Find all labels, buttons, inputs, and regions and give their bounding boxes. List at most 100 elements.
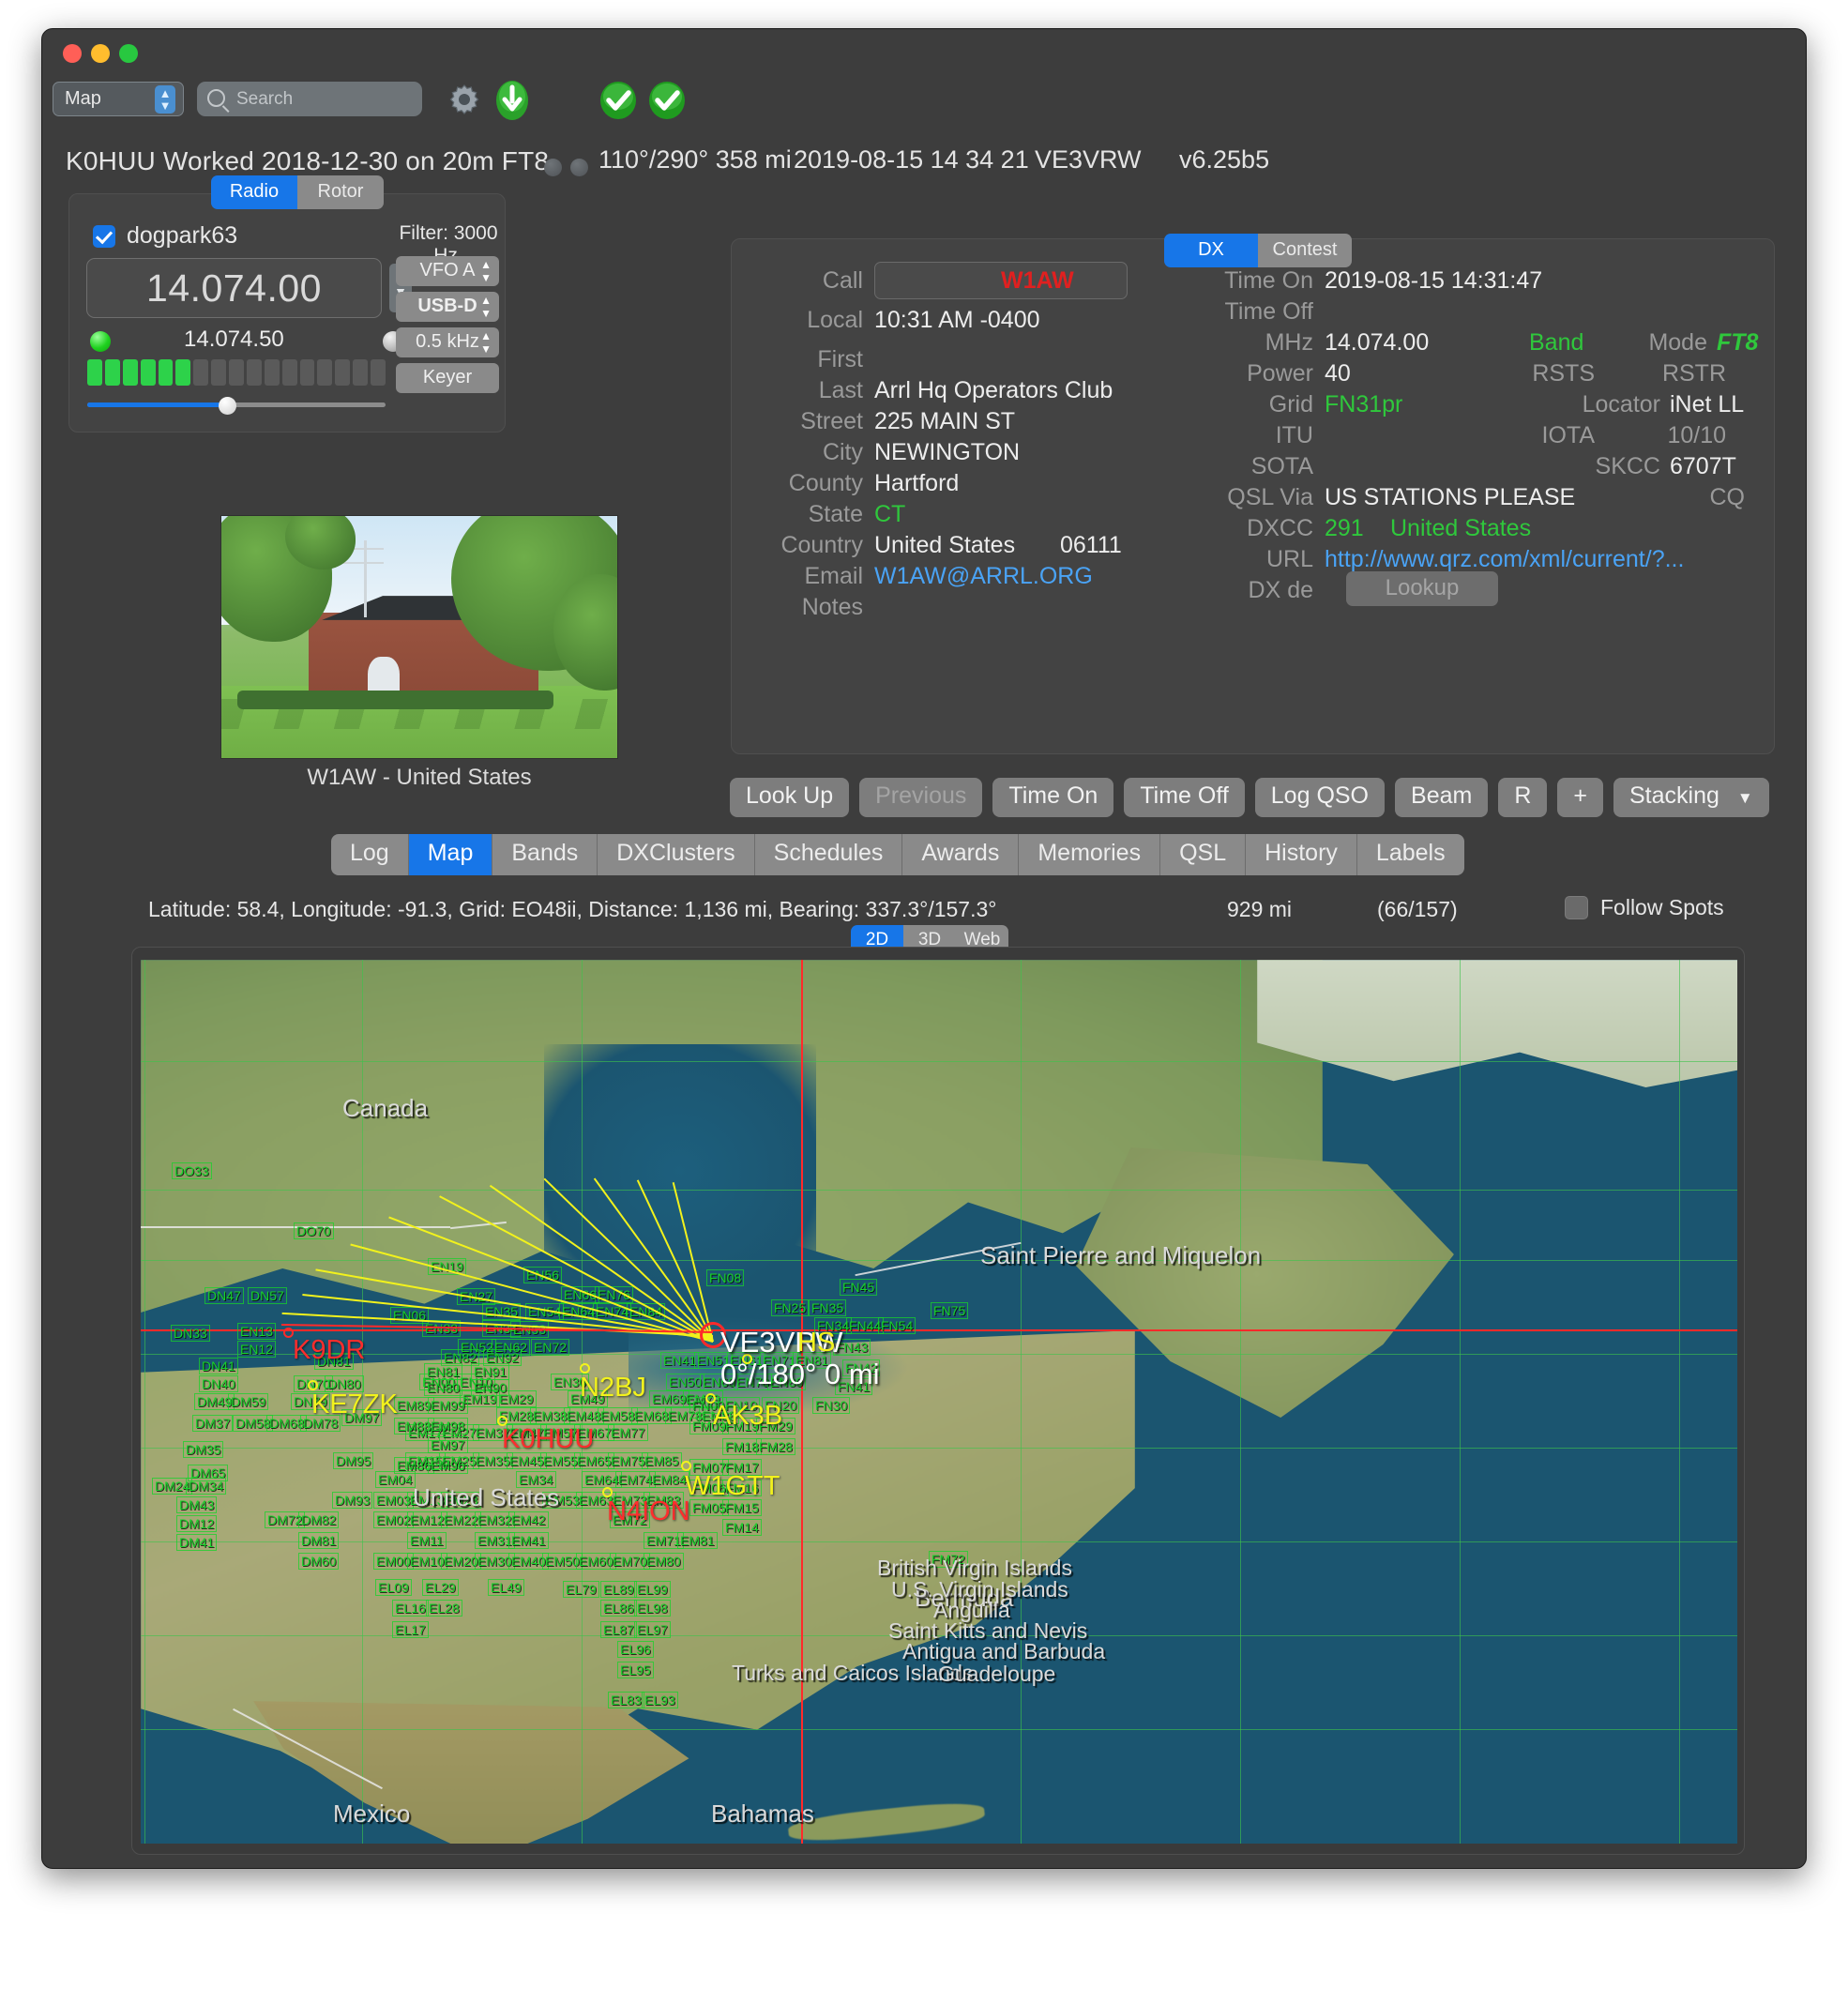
value-state: CT [874,501,906,527]
call-value: W1AW [1001,267,1074,294]
audio-slider[interactable] [87,397,386,415]
tab-map[interactable]: Map [408,834,493,875]
header-station-call: VE3VRW [1035,145,1142,174]
follow-spots-checkbox[interactable] [1565,896,1588,919]
map-spot-hs[interactable]: HS [797,1328,835,1359]
map-label-spm: Saint Pierre and Miquelon [980,1241,1262,1269]
page-title: K0HUU Worked 2018-12-30 on 20m FT8 [66,146,550,175]
download-icon[interactable] [494,80,530,121]
label-sota: SOTA [1250,453,1313,479]
value-url[interactable]: http://www.qrz.com/xml/current/?... [1325,546,1684,573]
map-spot-w1gtt[interactable]: W1GTT [685,1471,780,1502]
tab-log[interactable]: Log [331,834,409,875]
value-locator: iNet LL [1670,391,1745,418]
header-timestamp: 2019-08-15 14 34 21 [794,145,1029,174]
chevron-updown-icon: ▲ ▼ [480,294,492,320]
chevron-updown-icon: ▲ ▼ [480,258,492,284]
value-skcc: 6707T [1670,453,1736,479]
label-locator: Locator [1582,391,1660,418]
tab-radio[interactable]: Radio [211,175,297,209]
tab-labels[interactable]: Labels [1356,834,1464,875]
minimize-button[interactable] [91,44,110,63]
map-label-mexico: Mexico [333,1799,411,1828]
time-off-button[interactable]: Time Off [1124,778,1245,817]
status-led-icon [90,331,111,352]
rig-enable-checkbox[interactable] [93,224,115,248]
value-mode: FT8 [1717,329,1759,356]
label-street: Street [800,408,863,434]
app-window: Map ▲ ▼ Search K0HUU Worked 2018-12-30 o… [41,28,1807,1869]
rig-enable-row[interactable]: dogpark63 [93,222,237,250]
map-spot-ak3b[interactable]: AK3B [713,1401,782,1432]
label-time-off: Time Off [1224,298,1313,325]
frequency-field[interactable]: 14.074.00 [86,258,382,318]
tab-history[interactable]: History [1246,834,1357,875]
plus-button[interactable]: + [1557,778,1603,817]
map-spot-n4ion[interactable]: N4ION [607,1496,690,1527]
tab-contest[interactable]: Contest [1258,234,1352,267]
follow-spots-row[interactable]: Follow Spots [1565,895,1724,920]
station-photo-caption: W1AW - United States [307,765,532,790]
value-city: NEWINGTON [874,439,1021,465]
map-home-bearing: 0°/180° 0 mi [720,1358,880,1390]
radio-panel: dogpark63 14.074.00 ▲▼ 14.074.50 Filter:… [68,193,506,433]
stacking-dropdown[interactable]: Stacking ▼ [1613,778,1769,817]
header-bearing: 110°/290° 358 mi [598,145,792,174]
value-dxcc: 291 [1325,515,1364,541]
map-spot-ke7zk[interactable]: KE7ZK [311,1389,398,1420]
map-spot-k0huu[interactable]: K0HUU [502,1424,594,1455]
call-field[interactable]: W1AW [874,262,1128,299]
header-version: v6.25b5 [1179,145,1270,174]
tab-awards[interactable]: Awards [902,834,1020,875]
step-select[interactable]: 0.5 kHz ▲ ▼ [396,327,499,357]
maximize-button[interactable] [119,44,138,63]
log-qso-button[interactable]: Log QSO [1254,778,1386,817]
value-last: Arrl Hq Operators Club [874,377,1113,403]
tab-schedules[interactable]: Schedules [754,834,903,875]
main-tabs: Log Map Bands DXClusters Schedules Award… [331,834,1464,875]
tab-rotor[interactable]: Rotor [297,175,384,209]
check-circle-icon-2[interactable] [647,81,687,120]
map-view[interactable]: DO33 DO70 DN47 DN57 EN19 EN27 EN06 DN33 … [141,960,1737,1844]
value-power: 40 [1325,360,1351,387]
label-dx-de: DX de [1248,577,1313,603]
label-skcc: SKCC [1595,453,1660,479]
tab-dxclusters[interactable]: DXClusters [598,834,755,875]
follow-spots-label: Follow Spots [1600,895,1724,919]
view-popup-label: Map [65,88,101,109]
lookup-field[interactable]: Lookup [1346,571,1498,606]
keyer-button[interactable]: Keyer [396,363,499,393]
look-up-button[interactable]: Look Up [730,778,850,817]
tab-memories[interactable]: Memories [1019,834,1161,875]
label-power: Power [1247,360,1313,387]
map-label-usa: United States [413,1483,560,1511]
time-on-button[interactable]: Time On [992,778,1114,817]
beam-button[interactable]: Beam [1395,778,1489,817]
label-call: Call [822,267,863,294]
gear-icon[interactable] [446,82,483,119]
vfo-select[interactable]: VFO A ▲ ▼ [396,256,499,286]
label-qsl-via: QSL Via [1227,484,1313,510]
chevron-updown-icon: ▲ ▼ [155,85,175,114]
value-email[interactable]: W1AW@ARRL.ORG [874,563,1093,590]
map-label-bahamas: Bahamas [711,1799,814,1828]
signal-meter [87,359,386,386]
r-button[interactable]: R [1498,778,1548,817]
tab-dx[interactable]: DX [1164,234,1258,267]
map-spot-k9dr[interactable]: K9DR [293,1335,365,1366]
label-email: Email [804,563,863,589]
map-spot-n2bj[interactable]: N2BJ [580,1373,646,1404]
station-photo-block: W1AW - United States [220,515,618,791]
tab-bands[interactable]: Bands [492,834,598,875]
search-input[interactable]: Search [197,82,422,116]
previous-button[interactable]: Previous [859,778,983,817]
tab-qsl[interactable]: QSL [1160,834,1247,875]
mode-select[interactable]: USB-D ▲ ▼ [396,292,499,322]
label-cq: CQ [1709,484,1746,510]
close-button[interactable] [63,44,82,63]
check-circle-icon-1[interactable] [598,81,638,120]
label-last: Last [818,377,863,403]
vfo-value: VFO A [419,260,476,281]
dx-contest-segment: DX Contest [1164,234,1352,267]
view-popup[interactable]: Map ▲ ▼ [53,82,184,116]
